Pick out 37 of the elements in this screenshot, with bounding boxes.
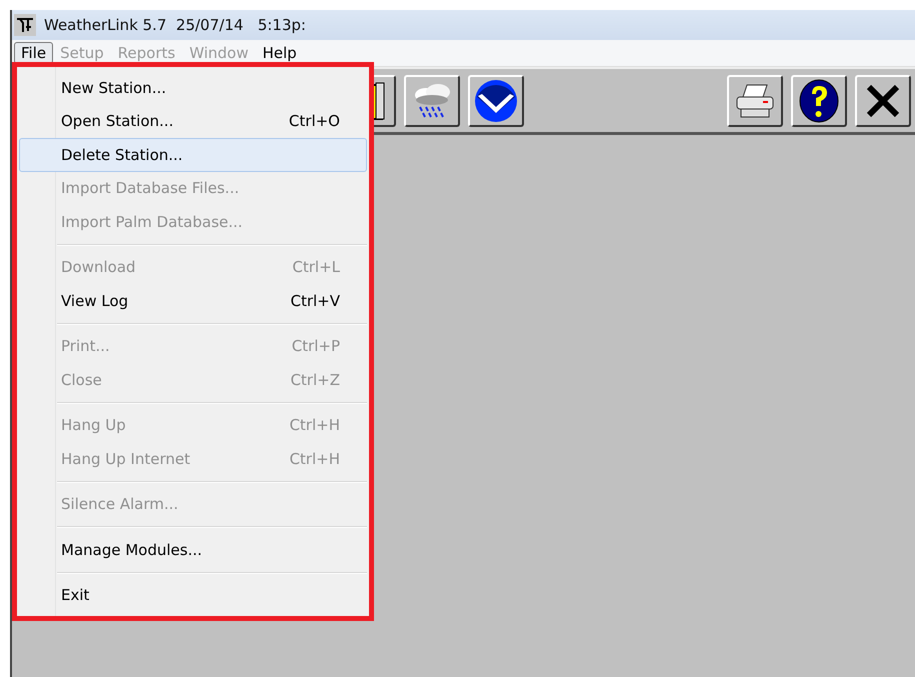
bird-emblem-icon: [474, 78, 518, 122]
menu-item[interactable]: View Log Ctrl+V: [19, 284, 367, 318]
menu-item-label: Manage Modules...: [61, 540, 202, 559]
menu-item-label: View Log: [61, 292, 128, 310]
menu-item-label: Print...: [61, 337, 110, 356]
menu-item-label: Silence Alarm...: [61, 495, 178, 514]
menu-bar-item[interactable]: Help: [255, 42, 304, 64]
shortcut-label: Ctrl+L: [292, 258, 340, 276]
menu-item[interactable]: Manage Modules...: [19, 533, 367, 566]
toolbar-button[interactable]: [855, 74, 911, 126]
menu-item-label: Open Station...: [61, 112, 174, 130]
shortcut-label: Ctrl+O: [288, 112, 340, 130]
menu-item[interactable]: Open Station... Ctrl+O: [19, 104, 367, 138]
menu-item[interactable]: Delete Station...: [19, 138, 367, 172]
toolbar-button[interactable]: [791, 74, 847, 126]
shortcut-label: Ctrl+V: [290, 292, 340, 310]
menu-bar-item[interactable]: File: [14, 42, 54, 64]
menu-item[interactable]: New Station...: [19, 71, 367, 104]
menu-item-label: Import Palm Database...: [61, 212, 243, 231]
menu-item[interactable]: Exit: [19, 578, 367, 612]
help-icon: [797, 78, 841, 122]
shortcut-label: Ctrl+Z: [290, 370, 340, 389]
menu-item-label: Import Database Files...: [61, 179, 240, 198]
toolbar-button[interactable]: [727, 74, 783, 126]
menu-item-label: Exit: [61, 586, 90, 604]
shortcut-label: Ctrl+H: [289, 416, 340, 434]
shortcut-label: Ctrl+H: [289, 450, 340, 468]
toolbar-button[interactable]: [404, 74, 460, 126]
menu-item-label: Close: [61, 370, 102, 389]
shortcut-label: Ctrl+P: [292, 337, 340, 356]
menu-item-label: New Station...: [61, 78, 166, 97]
menu-item-label: Hang Up: [61, 416, 126, 434]
menu-item-label: Delete Station...: [61, 146, 183, 164]
menu-item-label: Download: [61, 258, 136, 276]
menu-item-label: Hang Up Internet: [61, 450, 190, 468]
toolbar-button[interactable]: [468, 74, 524, 126]
window-title: WeatherLink 5.7 25/07/14 5:13p:: [44, 16, 306, 34]
